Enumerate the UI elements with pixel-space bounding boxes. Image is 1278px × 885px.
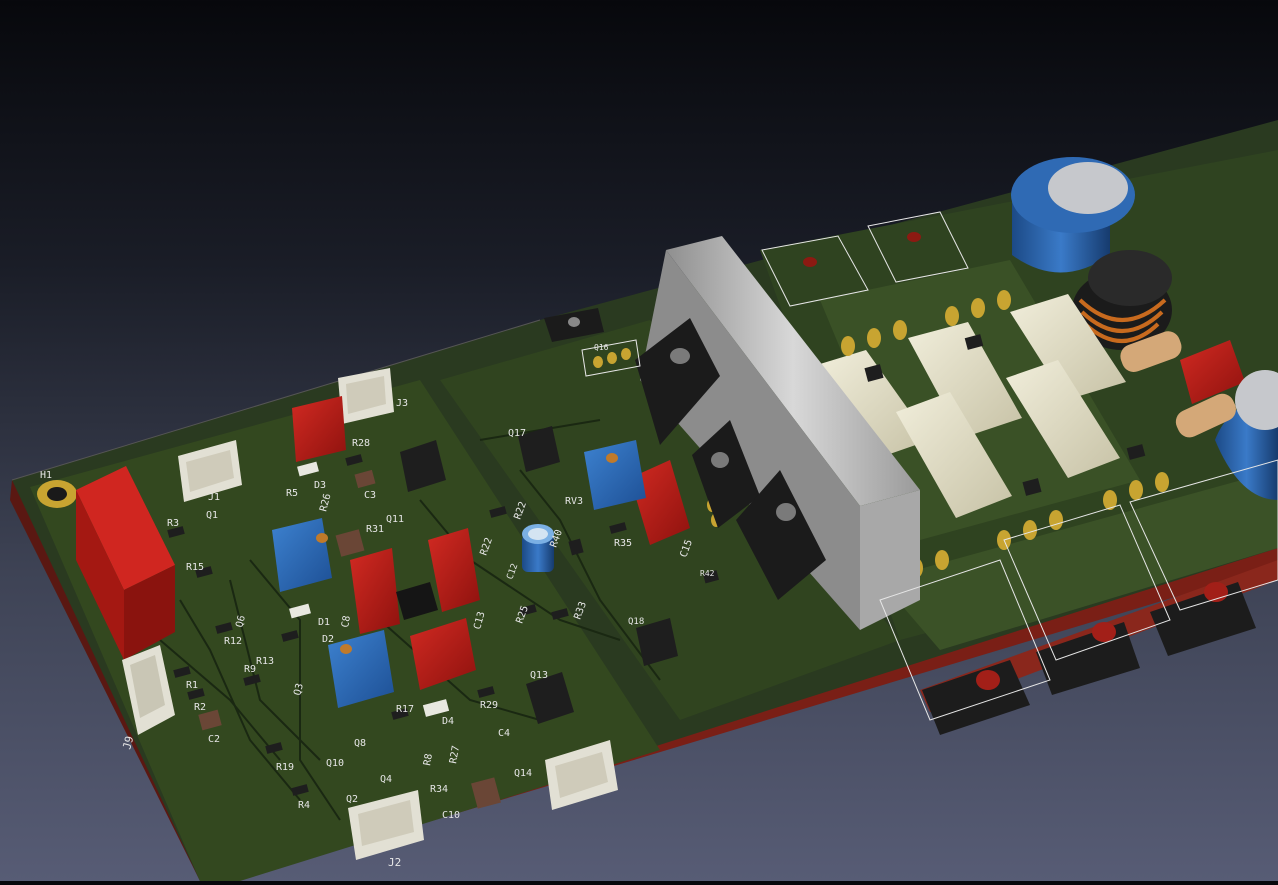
label-r4: R4 [298, 800, 310, 811]
label-q4: Q4 [380, 774, 392, 785]
label-r13: R13 [256, 656, 274, 667]
label-r9: R9 [244, 664, 256, 675]
label-r28: R28 [352, 438, 370, 449]
label-c4: C4 [498, 728, 510, 739]
label-r17: R17 [396, 704, 414, 715]
label-q2: Q2 [346, 794, 358, 805]
label-c8: C8 [340, 615, 353, 629]
pcb-scene: H1 J9 J1 J3 J2 C8 C13 C15 RV3 C12 R3 Q1 … [10, 120, 1278, 881]
label-d2: D2 [322, 634, 334, 645]
label-d4: D4 [442, 716, 454, 727]
label-q17: Q17 [508, 428, 526, 439]
3d-pcb-viewport[interactable]: H1 J9 J1 J3 J2 C8 C13 C15 RV3 C12 R3 Q1 … [0, 0, 1278, 881]
label-q11: Q11 [386, 514, 404, 525]
label-q10: Q10 [326, 758, 344, 769]
label-j1: J1 [208, 492, 220, 503]
label-c3: C3 [364, 490, 376, 501]
label-r31: R31 [366, 524, 384, 535]
label-d3: D3 [314, 480, 326, 491]
label-r3: R3 [167, 518, 179, 529]
label-r5: R5 [286, 488, 298, 499]
label-q13: Q13 [530, 670, 548, 681]
label-rv3: RV3 [565, 496, 583, 507]
label-r35: R35 [614, 538, 632, 549]
label-c2: C2 [208, 734, 220, 745]
label-d1: D1 [318, 617, 330, 628]
label-q8: Q8 [354, 738, 366, 749]
label-r1: R1 [186, 680, 198, 691]
label-c10: C10 [442, 810, 460, 821]
label-h1: H1 [40, 470, 52, 481]
label-q18: Q18 [628, 617, 644, 627]
label-r15: R15 [186, 562, 204, 573]
label-r8: R8 [422, 753, 435, 767]
label-q1: Q1 [206, 510, 218, 521]
label-q16: Q16 [594, 343, 609, 352]
label-r2: R2 [194, 702, 206, 713]
label-r12: R12 [224, 636, 242, 647]
label-q14: Q14 [514, 768, 532, 779]
label-r19: R19 [276, 762, 294, 773]
label-r29: R29 [480, 700, 498, 711]
label-j3: J3 [396, 398, 408, 409]
label-r34: R34 [430, 784, 448, 795]
label-j2: J2 [388, 856, 401, 869]
label-r42: R42 [700, 569, 715, 578]
